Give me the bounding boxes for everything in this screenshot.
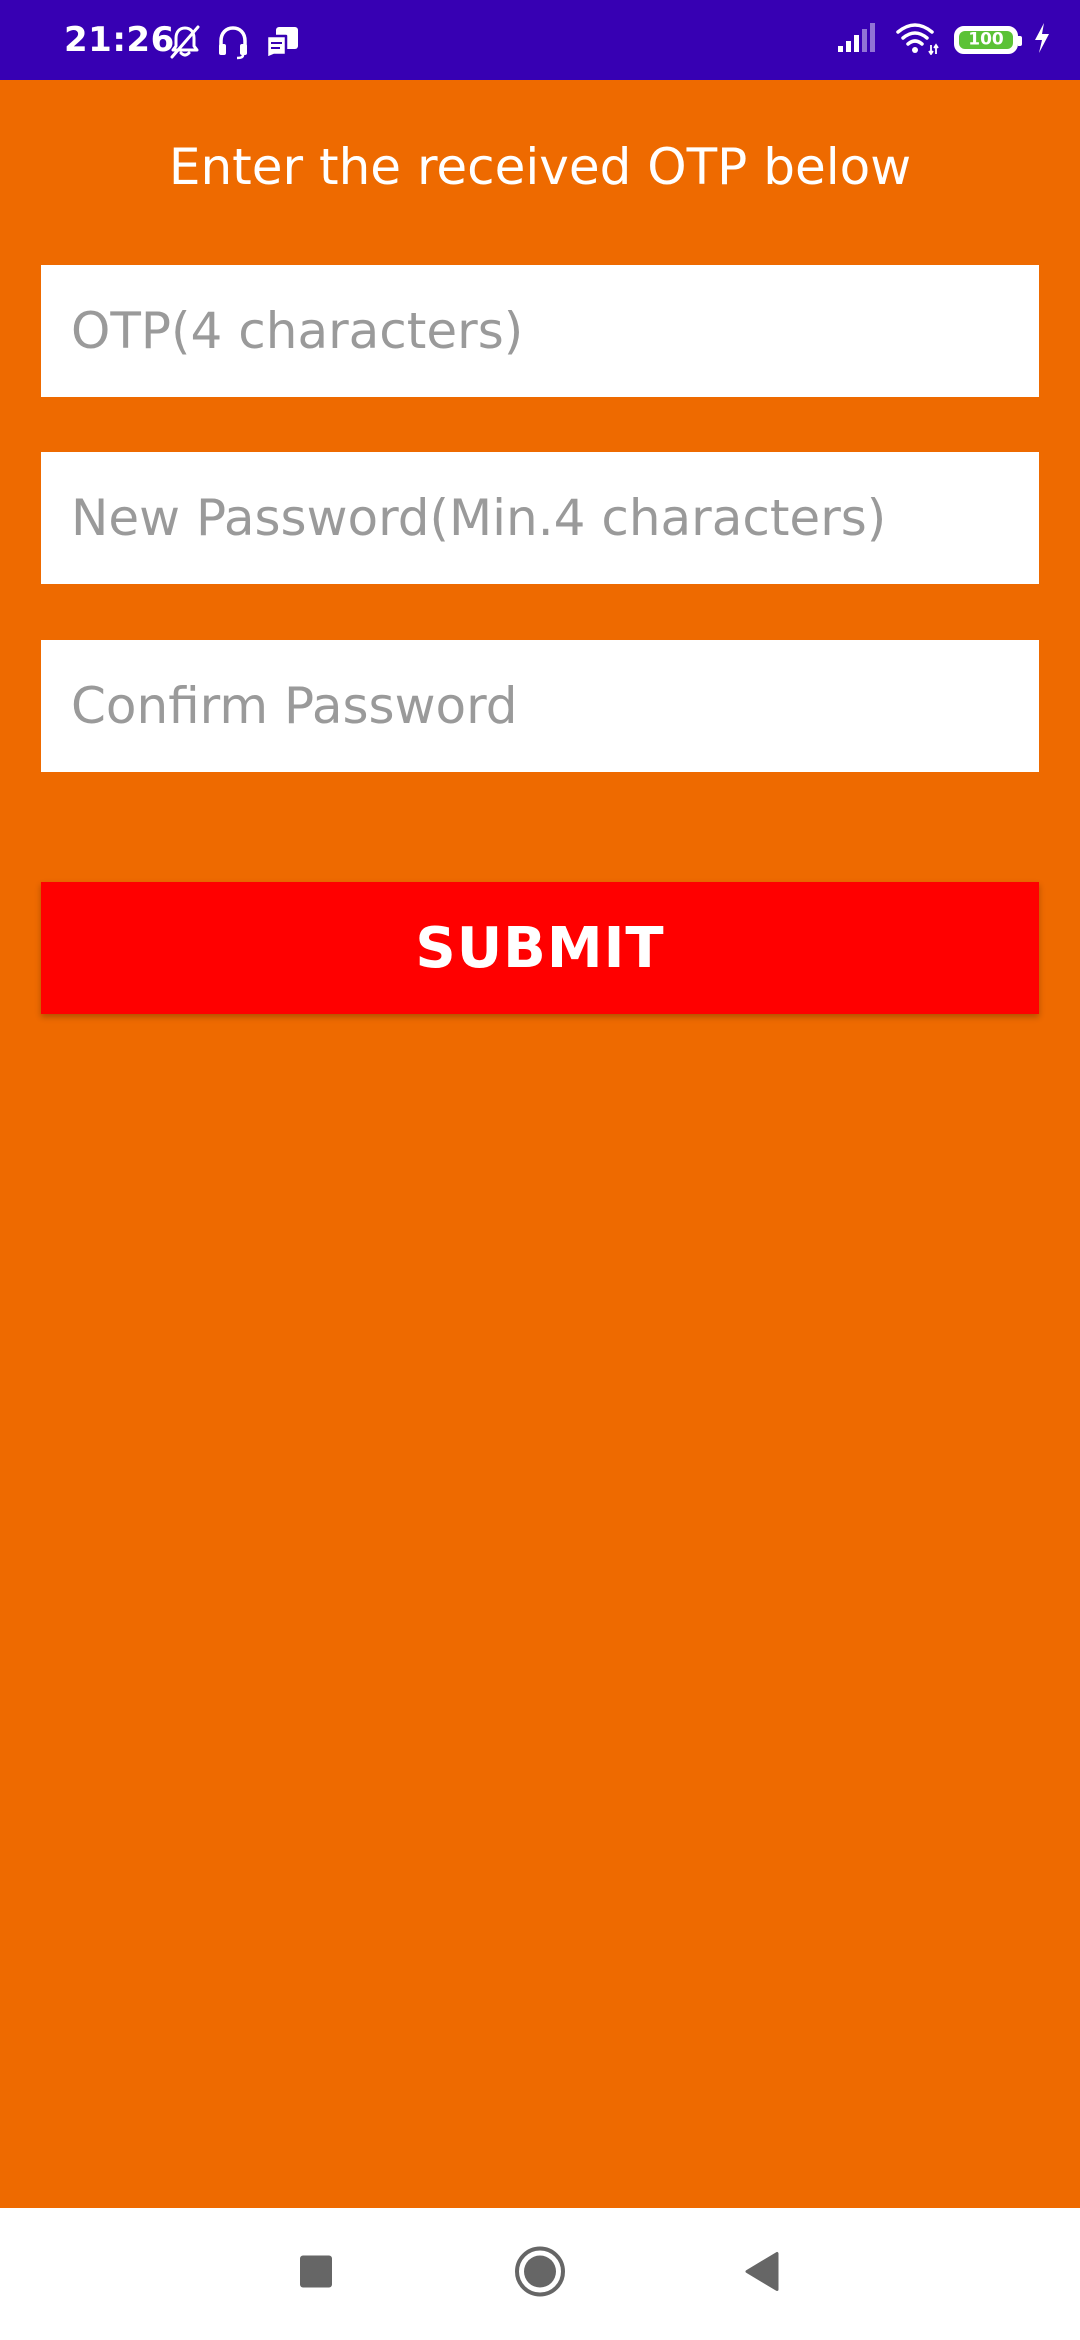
headphones-icon <box>216 24 250 60</box>
navigation-bar <box>0 2208 1080 2340</box>
home-icon[interactable] <box>513 2245 567 2304</box>
charging-icon <box>1032 22 1052 59</box>
submit-button[interactable]: SUBMIT <box>41 882 1039 1014</box>
wifi-icon <box>894 21 940 60</box>
new-password-field[interactable] <box>41 452 1039 584</box>
page-title: Enter the received OTP below <box>168 138 912 196</box>
confirm-password-field[interactable] <box>41 640 1039 772</box>
back-icon[interactable] <box>744 2252 780 2297</box>
status-time: 21:26 <box>64 20 175 60</box>
otp-field[interactable] <box>41 265 1039 397</box>
otp-form-screen: Enter the received OTP below SUBMIT <box>0 80 1080 2208</box>
status-left-icons <box>168 24 300 60</box>
message-icon <box>264 24 300 60</box>
recents-icon[interactable] <box>299 2255 333 2294</box>
status-bar: 21:26 100 <box>0 0 1080 80</box>
battery-icon: 100 <box>954 26 1022 54</box>
bell-off-icon <box>168 24 202 60</box>
battery-level: 100 <box>968 29 1004 50</box>
signal-icon <box>836 22 880 59</box>
status-right-icons: 100 <box>836 20 1052 60</box>
